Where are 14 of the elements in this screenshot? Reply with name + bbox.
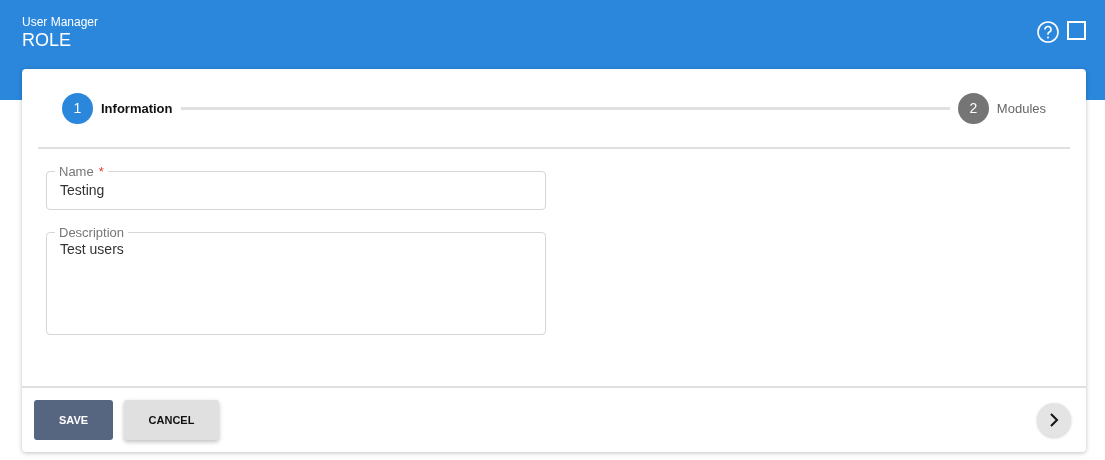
page-title: ROLE bbox=[22, 29, 73, 51]
step-label[interactable]: Information bbox=[101, 100, 173, 116]
help-icon[interactable] bbox=[1037, 21, 1059, 43]
field-value: Test users bbox=[60, 241, 124, 257]
step-number[interactable]: 2 bbox=[957, 92, 989, 124]
step-number[interactable]: 1 bbox=[62, 92, 93, 124]
square-icon[interactable] bbox=[1067, 21, 1086, 40]
cancel-button[interactable]: CANCEL bbox=[124, 400, 219, 440]
save-button[interactable]: SAVE bbox=[34, 400, 113, 440]
chevron-right-icon bbox=[1048, 413, 1060, 427]
field-value: Testing bbox=[60, 182, 105, 198]
next-button[interactable] bbox=[1037, 403, 1071, 437]
app-subtitle: User Manager bbox=[22, 15, 99, 29]
step-label[interactable]: Modules bbox=[996, 100, 1046, 116]
